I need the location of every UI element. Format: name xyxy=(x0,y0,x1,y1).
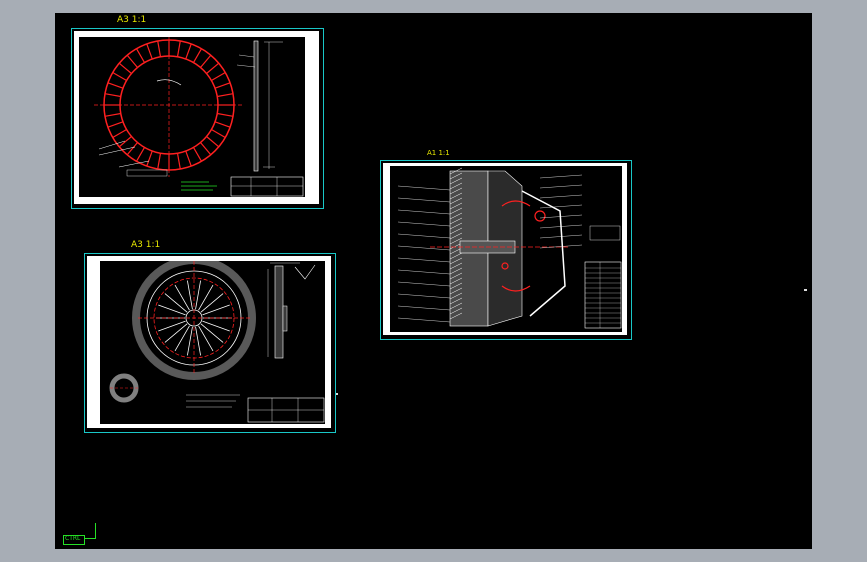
sheet1-label: A3 1:1 xyxy=(117,15,147,25)
ucs-label: CTRL xyxy=(65,535,81,542)
ucs-icon: CTRL xyxy=(63,535,85,545)
sheet2-drawing-area[interactable] xyxy=(100,256,325,424)
sheet3-frame[interactable] xyxy=(380,160,632,340)
sheet3-paper xyxy=(383,163,627,335)
cursor-icon xyxy=(804,289,807,291)
sheet1-drawing-area[interactable] xyxy=(79,37,305,197)
sheet3-label: A1 1:1 xyxy=(427,149,450,157)
sheet1-ring-drawing xyxy=(94,37,304,197)
sheet2-paper xyxy=(87,256,331,428)
sheet3-drawing-area[interactable] xyxy=(390,166,622,332)
sheet2-label: A3 1:1 xyxy=(131,240,161,250)
sheet2-frame[interactable] xyxy=(84,253,336,433)
sheet2-disc-drawing xyxy=(109,256,325,423)
sheet1-frame[interactable] xyxy=(71,28,324,209)
snap-marker-icon xyxy=(336,393,338,395)
ucs-x-axis xyxy=(84,538,96,539)
sheet3-assembly-section xyxy=(397,167,622,329)
sheet1-paper xyxy=(74,31,319,204)
ucs-y-axis xyxy=(95,523,96,538)
